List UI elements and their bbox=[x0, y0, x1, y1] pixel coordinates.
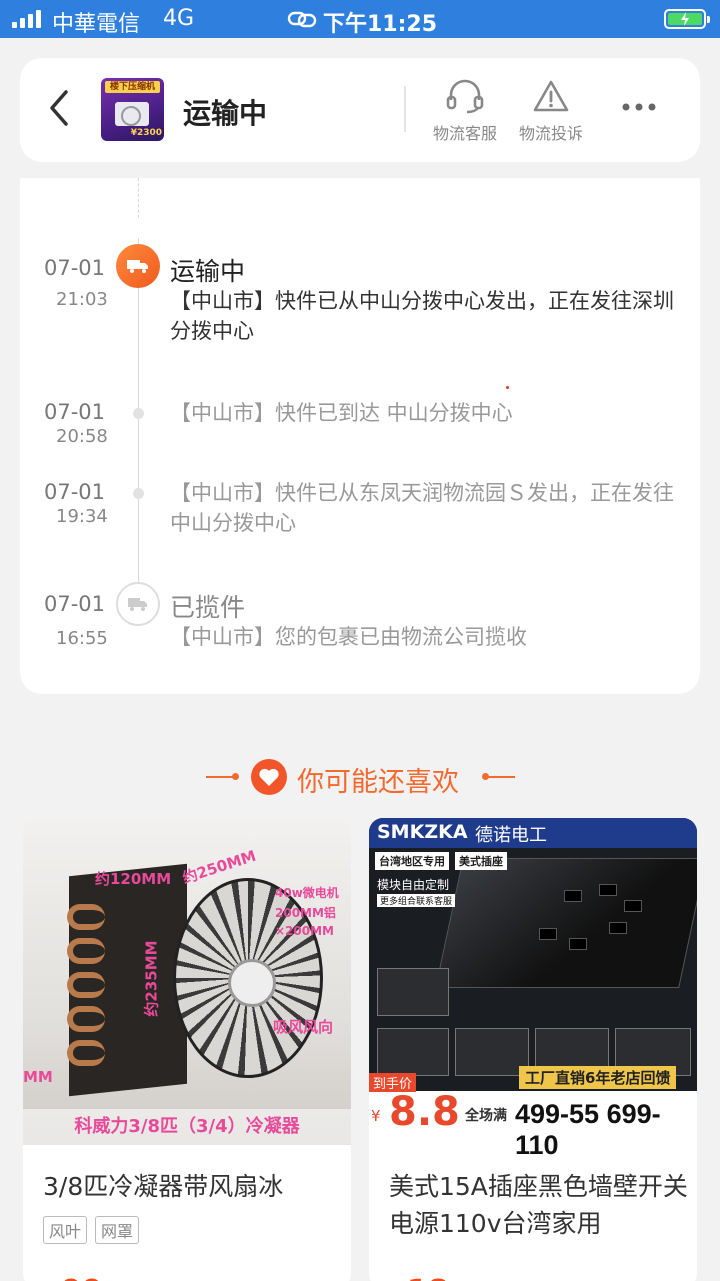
timeline-dot bbox=[133, 408, 144, 419]
event-description: 【中山市】您的包裹已由物流公司揽收 bbox=[170, 625, 527, 649]
dim-label: 约120MM bbox=[95, 870, 172, 888]
dim-label: 约235MM bbox=[142, 940, 161, 1017]
compressor-image bbox=[115, 102, 149, 126]
product-title: 美式15A插座黑色墙壁开关电源110v台湾家用 bbox=[389, 1172, 688, 1238]
event-time: 16:55 bbox=[56, 628, 108, 649]
warning-icon bbox=[533, 80, 569, 112]
headset-icon bbox=[446, 79, 484, 114]
product-price: 18 bbox=[407, 1274, 449, 1281]
decor-line bbox=[487, 776, 515, 778]
brand-name: SMKZKA bbox=[377, 821, 468, 843]
event-description: 【中山市】快件已从东凤天润物流园Ｓ发出，正在发往中山分拨中心 bbox=[170, 481, 674, 535]
event-time: 19:34 bbox=[56, 506, 108, 527]
socket bbox=[564, 890, 582, 902]
logistics-timeline: 07-01 21:03 运输中 【中山市】快件已从中山分拨中心发出，正在发往深圳… bbox=[20, 178, 700, 694]
socket bbox=[624, 900, 642, 912]
product-title: 3/8匹冷凝器带风扇冰 bbox=[43, 1172, 284, 1201]
logistics-complaint-button[interactable]: 物流投诉 bbox=[511, 78, 591, 144]
event-title: 已揽件 bbox=[170, 593, 246, 622]
product-tag: 网罩 bbox=[95, 1216, 140, 1244]
network-type: 4G bbox=[163, 6, 195, 31]
product-image-outlet: SMKZKA 德诺电工 台湾地区专用 美式插座 模块自由定制 更多组合联系客服 … bbox=[369, 818, 697, 1160]
switch-panel bbox=[377, 1028, 449, 1076]
image-banner: 科威力3/8匹（3/4）冷凝器 bbox=[23, 1109, 351, 1145]
full-label: 全场满 bbox=[465, 1108, 507, 1124]
decor-line bbox=[206, 776, 234, 778]
event-description: 【中山市】快件已到达 中山分拨中心 bbox=[170, 401, 513, 425]
link-icon bbox=[287, 11, 317, 28]
switch-panel bbox=[455, 1028, 529, 1076]
event-date: 07-01 bbox=[44, 256, 106, 280]
battery-icon bbox=[664, 9, 710, 29]
carrier-name: 中華電信 bbox=[52, 12, 141, 37]
event-date: 07-01 bbox=[44, 400, 106, 424]
clock: 下午11:25 bbox=[323, 12, 438, 37]
marker-dot bbox=[506, 386, 509, 389]
outlet-plate bbox=[435, 858, 697, 988]
fan-spec-label: ×200MM bbox=[275, 924, 334, 938]
event-date: 07-01 bbox=[44, 480, 106, 504]
product-tag: 风叶 bbox=[43, 1216, 88, 1244]
truck-icon bbox=[116, 244, 160, 288]
socket bbox=[599, 884, 617, 896]
event-title: 运输中 bbox=[170, 257, 246, 286]
contact-label: 更多组合联系客服 bbox=[377, 894, 456, 907]
price-banner: 到手价 ¥ 8.8 全场满 499-55 699-110 bbox=[369, 1073, 697, 1160]
timeline-dashed-line bbox=[138, 178, 139, 218]
pickup-icon bbox=[116, 582, 160, 626]
banner-price: 8.8 bbox=[389, 1089, 460, 1135]
header-divider bbox=[404, 86, 406, 132]
fan-spec-label: 200MM铝 bbox=[275, 906, 336, 920]
copper-pipe bbox=[67, 972, 105, 998]
socket bbox=[609, 922, 627, 934]
thumb-banner: 楼下压缩机 bbox=[105, 81, 160, 93]
logistics-service-button[interactable]: 物流客服 bbox=[425, 78, 505, 144]
heart-icon bbox=[251, 759, 287, 795]
type-label: 美式插座 bbox=[455, 852, 507, 870]
copper-pipe bbox=[67, 938, 105, 964]
switch-panel bbox=[377, 968, 449, 1016]
product-card[interactable]: 约120MM 约250MM 约235MM 40w微电机 200MM铝 ×200M… bbox=[23, 818, 351, 1281]
promo-numbers: 499-55 699-110 bbox=[515, 1099, 661, 1160]
product-tags: 风叶 网罩 bbox=[43, 1216, 140, 1244]
copper-pipe bbox=[67, 1040, 105, 1066]
socket bbox=[569, 938, 587, 950]
product-image-condenser: 约120MM 约250MM 约235MM 40w微电机 200MM铝 ×200M… bbox=[23, 818, 351, 1145]
product-card[interactable]: SMKZKA 德诺电工 台湾地区专用 美式插座 模块自由定制 更多组合联系客服 … bbox=[369, 818, 697, 1281]
thumb-price: ¥2300 bbox=[130, 128, 162, 138]
shipment-status-title: 运输中 bbox=[183, 97, 268, 130]
copper-pipe bbox=[67, 1006, 105, 1032]
signal-icon bbox=[12, 10, 41, 28]
event-time: 20:58 bbox=[56, 426, 108, 447]
back-arrow-icon[interactable] bbox=[44, 88, 74, 128]
event-date: 07-01 bbox=[44, 592, 106, 616]
airflow-label: 吸风风向 bbox=[273, 1018, 334, 1036]
fan-spec-label: 40w微电机 bbox=[275, 886, 339, 900]
custom-label: 模块自由定制 bbox=[377, 878, 450, 892]
status-bar: 中華電信 4G 下午11:25 bbox=[0, 0, 720, 38]
product-price: 99 bbox=[61, 1274, 103, 1281]
logistics-header: 楼下压缩机 ¥2300 运输中 物流客服 物流投诉 bbox=[20, 58, 700, 162]
socket bbox=[539, 928, 557, 940]
promo-strip: 工厂直销6年老店回馈 bbox=[519, 1066, 677, 1089]
copper-pipe bbox=[67, 904, 105, 930]
event-time: 21:03 bbox=[56, 289, 108, 310]
more-icon[interactable] bbox=[622, 102, 656, 112]
event-description: 【中山市】快件已从中山分拨中心发出，正在发往深圳分拨中心 bbox=[170, 289, 674, 343]
recommend-title: 你可能还喜欢 bbox=[297, 767, 459, 798]
brand-name-cn: 德诺电工 bbox=[475, 825, 547, 846]
logistics-service-label: 物流客服 bbox=[432, 124, 497, 143]
decor-dot bbox=[232, 773, 239, 780]
timeline-dot bbox=[133, 488, 144, 499]
product-thumbnail[interactable]: 楼下压缩机 ¥2300 bbox=[101, 78, 164, 141]
currency-symbol: ¥ bbox=[371, 1107, 381, 1125]
dim-label: MM bbox=[23, 1068, 53, 1086]
region-label: 台湾地区专用 bbox=[375, 852, 449, 870]
recommend-header: 你可能还喜欢 bbox=[0, 752, 720, 802]
logistics-complaint-label: 物流投诉 bbox=[518, 124, 583, 143]
